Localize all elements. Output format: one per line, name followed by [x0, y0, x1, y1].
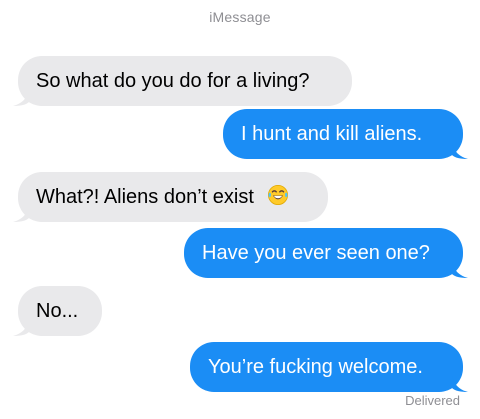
message-text: No...: [36, 300, 79, 322]
bubble-tail: [13, 206, 29, 222]
message-text: I hunt and kill aliens.: [241, 123, 423, 145]
message-text: So what do you do for a living?: [36, 70, 310, 92]
message-bubble-received[interactable]: No...: [13, 286, 102, 336]
message-text: Have you ever seen one?: [202, 242, 430, 264]
conversation-service-label: iMessage: [209, 9, 271, 25]
message-bubble-sent[interactable]: I hunt and kill aliens.: [223, 109, 468, 159]
bubble-tail: [452, 262, 468, 278]
bubble-tail: [452, 376, 468, 392]
message-bubble-received[interactable]: So what do you do for a living?: [13, 56, 352, 106]
message-bubble-sent[interactable]: You’re fucking welcome.: [190, 342, 468, 392]
bubble-tail: [13, 320, 29, 336]
laughing-tears-emoji-icon: [268, 185, 289, 205]
message-bubble-received[interactable]: What?! Aliens don’t exist: [13, 172, 328, 222]
message-text: You’re fucking welcome.: [208, 356, 423, 378]
message-text: What?! Aliens don’t exist: [36, 186, 254, 208]
bubble-tail: [13, 90, 29, 106]
bubble-tail: [452, 143, 468, 159]
message-bubble-sent[interactable]: Have you ever seen one?: [184, 228, 468, 278]
delivery-status: Delivered: [405, 393, 460, 408]
